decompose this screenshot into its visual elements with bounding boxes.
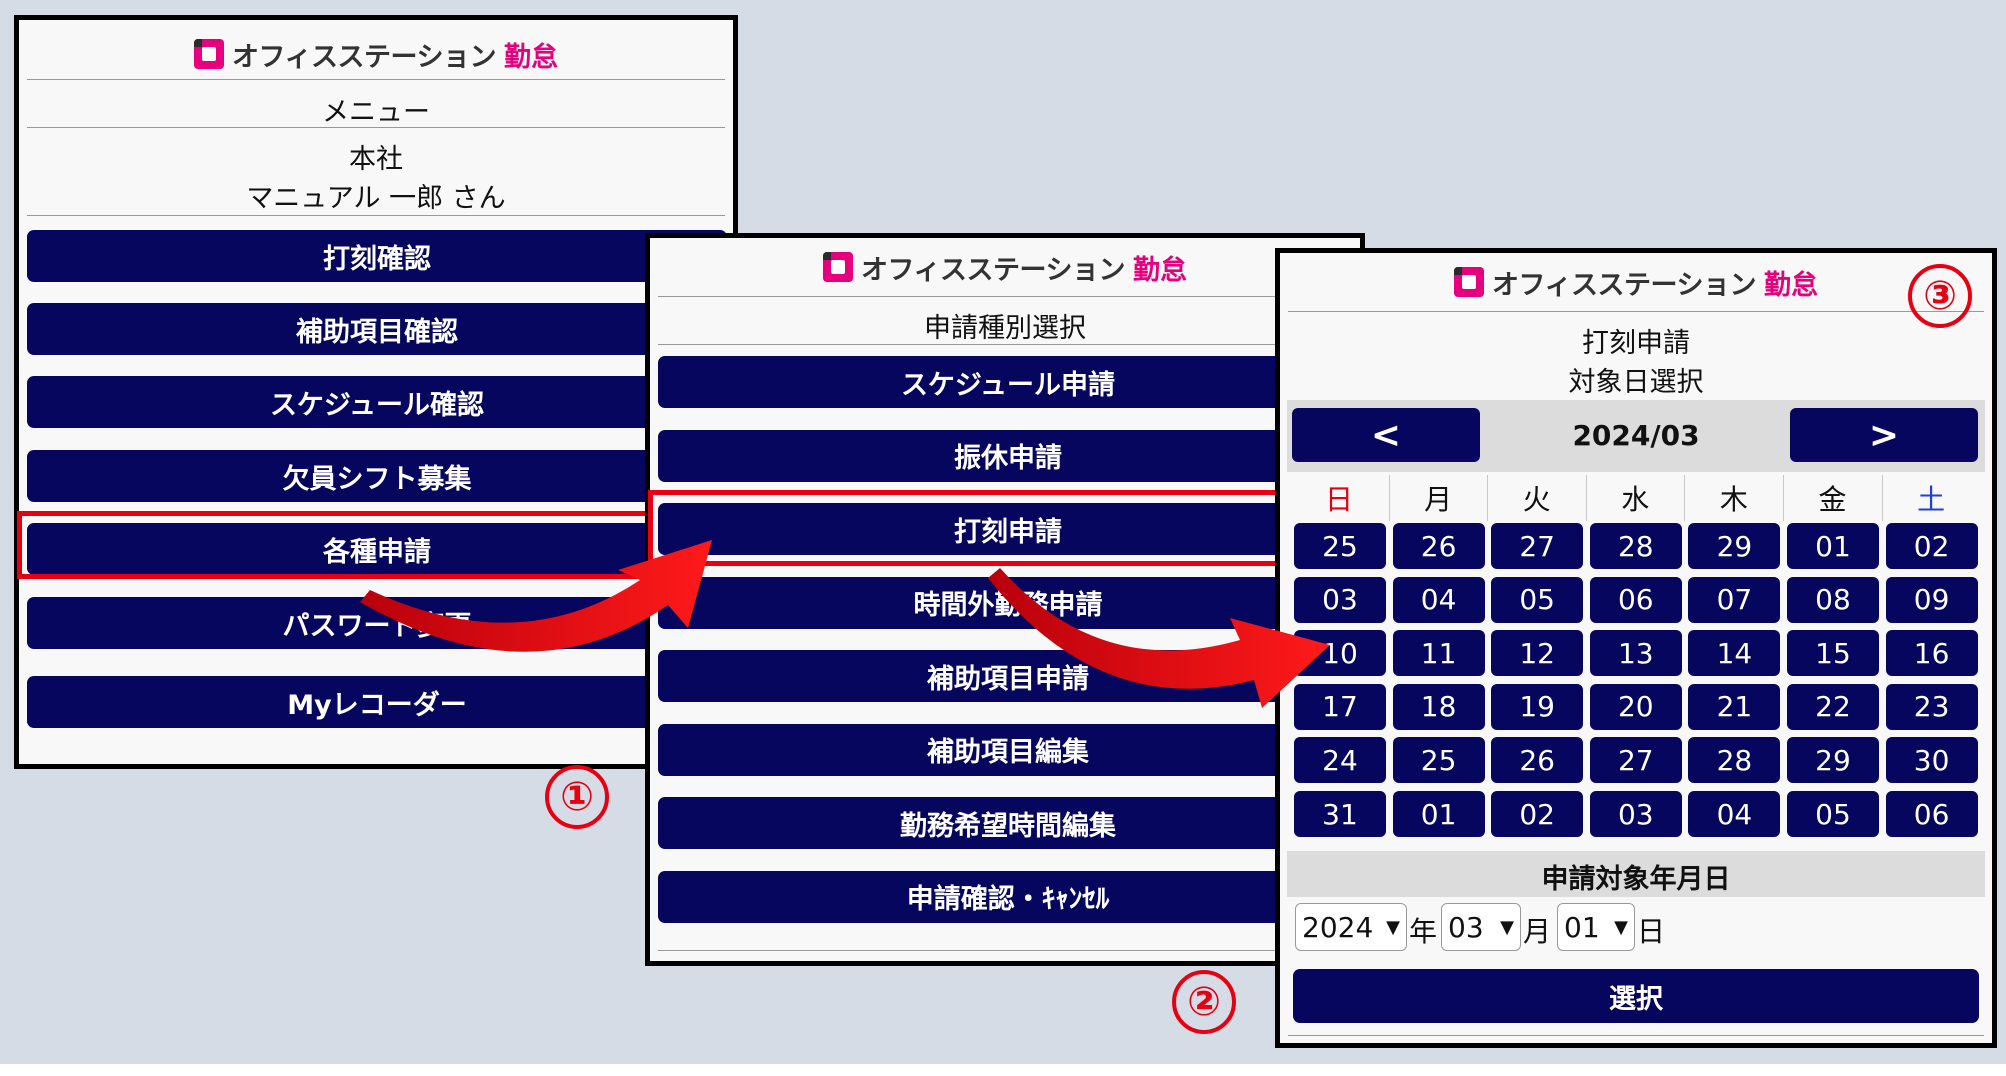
flow-arrows <box>360 540 1330 708</box>
arrow-1-icon <box>360 540 712 652</box>
arrow-2-icon <box>988 568 1330 708</box>
